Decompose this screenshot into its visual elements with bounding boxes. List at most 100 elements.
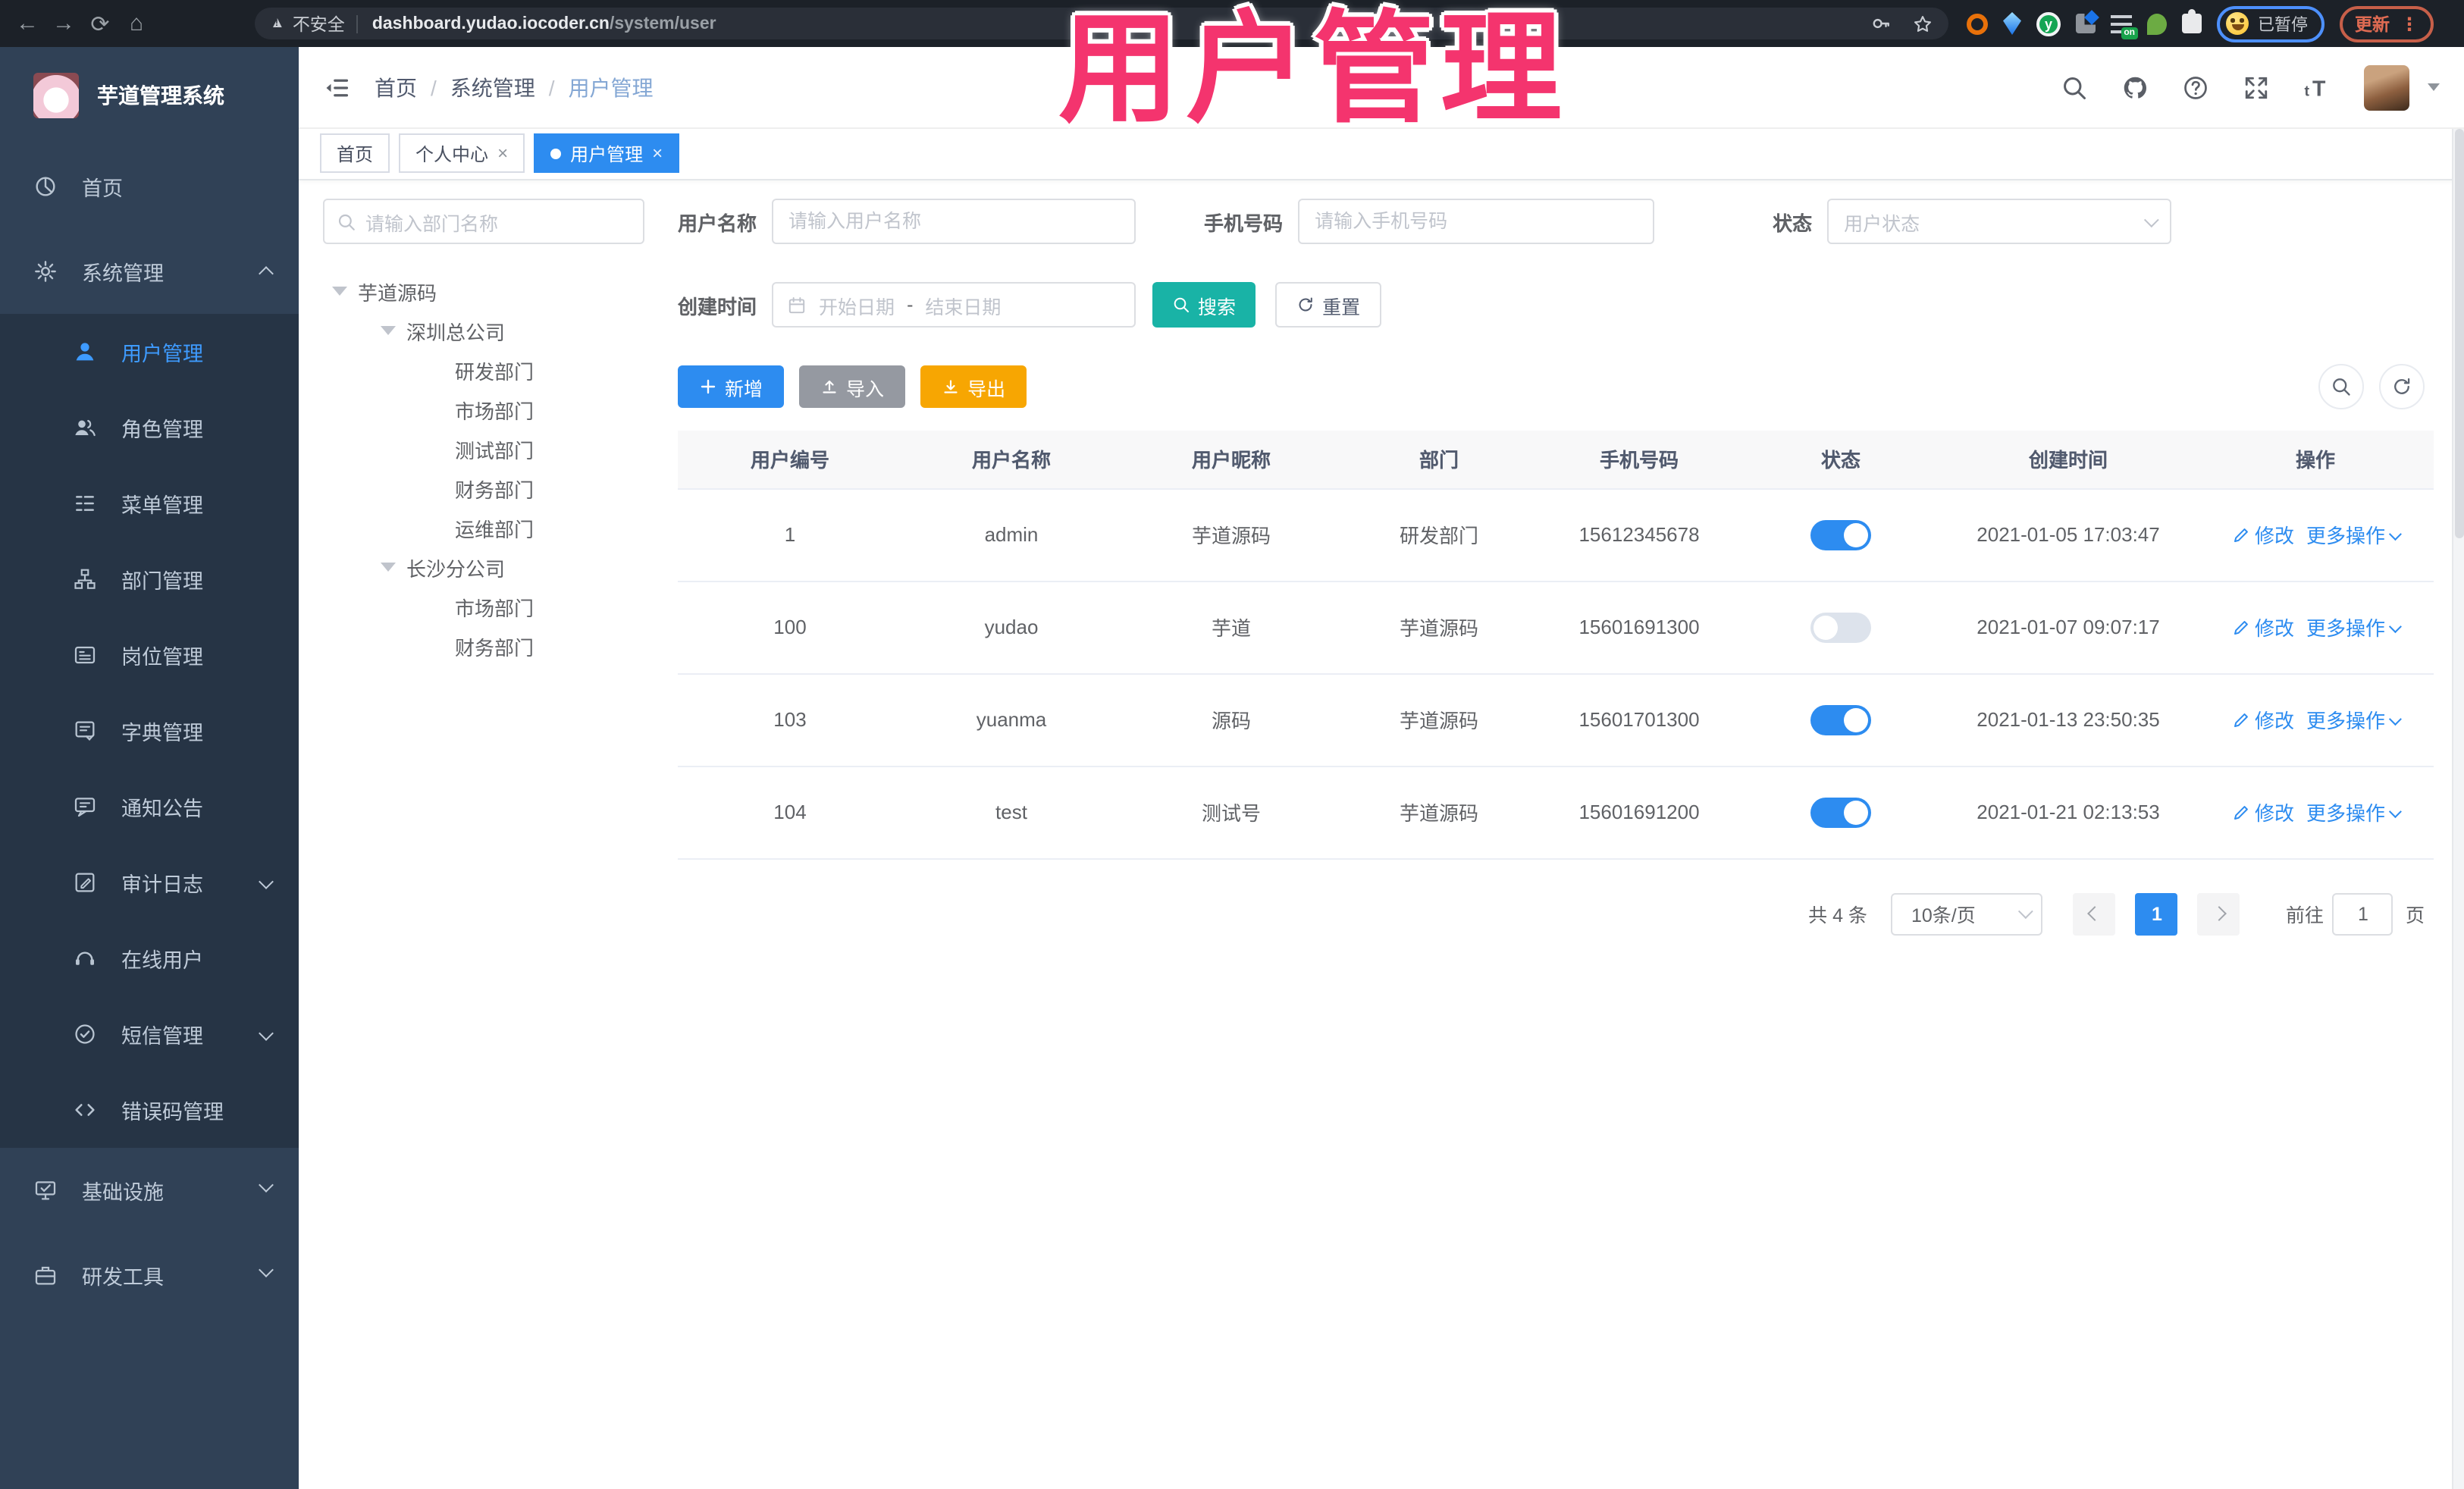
chevron-down-icon — [2144, 212, 2159, 227]
dept-tree-node[interactable]: 芋道源码 — [323, 271, 644, 311]
tab-profile[interactable]: 个人中心 × — [399, 133, 525, 173]
dept-tree-node[interactable]: 运维部门 — [323, 508, 644, 547]
header-search-icon[interactable] — [2061, 74, 2088, 101]
extension-ring-icon[interactable] — [1967, 13, 1988, 34]
dept-tree-node[interactable]: 财务部门 — [323, 469, 644, 508]
chevron-down-icon — [259, 1177, 274, 1193]
extensions-puzzle-icon[interactable] — [2182, 9, 2202, 33]
mobile-input[interactable] — [1298, 199, 1655, 244]
page-size-select[interactable]: 10条/页 — [1891, 892, 2043, 935]
dept-tree-node[interactable]: 市场部门 — [323, 587, 644, 626]
sidebar-item-menu-management[interactable]: 菜单管理 — [0, 466, 299, 541]
user-avatar[interactable] — [2364, 64, 2409, 110]
edit-link[interactable]: 修改 — [2232, 705, 2294, 734]
browser-reload-icon[interactable]: ⟳ — [82, 10, 118, 37]
online-users-icon — [73, 946, 97, 970]
close-icon[interactable]: × — [652, 143, 663, 164]
github-icon[interactable] — [2121, 74, 2149, 101]
date-range-picker[interactable]: 开始日期 - 结束日期 — [772, 282, 1136, 328]
font-size-icon[interactable] — [2303, 74, 2331, 101]
tab-user-management[interactable]: 用户管理 × — [534, 133, 680, 173]
dept-tree-node[interactable]: 长沙分公司 — [323, 547, 644, 587]
help-icon[interactable] — [2182, 74, 2209, 101]
tree-caret-icon[interactable] — [332, 287, 347, 296]
more-actions-link[interactable]: 更多操作 — [2306, 520, 2402, 549]
browser-back-icon[interactable]: ← — [9, 11, 45, 36]
password-key-icon[interactable] — [1871, 14, 1891, 33]
page-title-overlay: 用户管理 — [1058, 2, 1568, 136]
next-page-button[interactable] — [2197, 892, 2240, 935]
browser-forward-icon[interactable]: → — [45, 11, 82, 36]
edit-link[interactable]: 修改 — [2232, 613, 2294, 641]
edit-icon — [2232, 803, 2250, 821]
goto-page-input[interactable] — [2332, 892, 2393, 935]
sidebar-item-role-management[interactable]: 角色管理 — [0, 390, 299, 466]
status-toggle[interactable] — [1810, 519, 1871, 550]
page-scrollbar[interactable] — [2452, 129, 2464, 1489]
tree-caret-icon[interactable] — [381, 563, 396, 572]
dept-search-input[interactable]: 请输入部门名称 — [323, 199, 644, 244]
extension-list-icon[interactable]: on — [2111, 14, 2138, 39]
status-toggle[interactable] — [1810, 612, 1871, 642]
sidebar-item-dict-management[interactable]: 字典管理 — [0, 693, 299, 769]
sidebar-item-online-users[interactable]: 在线用户 — [0, 920, 299, 996]
announcement-icon — [73, 795, 97, 819]
more-actions-link[interactable]: 更多操作 — [2306, 613, 2402, 641]
extension-y-icon[interactable]: y — [2036, 11, 2061, 36]
sidebar-item-infrastructure[interactable]: 基础设施 — [0, 1148, 299, 1233]
current-page-button[interactable]: 1 — [2135, 892, 2178, 935]
tree-caret-icon[interactable] — [381, 326, 396, 335]
dept-tree-node[interactable]: 研发部门 — [323, 350, 644, 390]
dept-tree-node[interactable]: 市场部门 — [323, 390, 644, 429]
add-button[interactable]: 新增 — [678, 365, 785, 408]
sidebar-item-error-code-management[interactable]: 错误码管理 — [0, 1072, 299, 1148]
prev-page-button[interactable] — [2073, 892, 2116, 935]
sidebar-item-user-management[interactable]: 用户管理 — [0, 314, 299, 390]
reset-button[interactable]: 重置 — [1275, 282, 1382, 328]
sidebar-item-dev-tools[interactable]: 研发工具 — [0, 1233, 299, 1318]
breadcrumb-home[interactable]: 首页 — [375, 72, 417, 102]
show-search-toggle-button[interactable] — [2318, 364, 2364, 409]
extension-drop-icon[interactable] — [2003, 12, 2021, 35]
status-toggle[interactable] — [1810, 797, 1871, 827]
search-button[interactable]: 搜索 — [1152, 282, 1256, 328]
sidebar-item-dept-management[interactable]: 部门管理 — [0, 541, 299, 617]
bookmark-star-icon[interactable] — [1912, 13, 1933, 34]
refresh-table-button[interactable] — [2379, 364, 2425, 409]
browser-profile-button[interactable]: 已暂停 — [2217, 5, 2324, 42]
dept-tree-node[interactable]: 测试部门 — [323, 429, 644, 469]
browser-menu-kebab-icon[interactable]: ⋮ — [2400, 13, 2419, 34]
sidebar-item-home[interactable]: 首页 — [0, 144, 299, 229]
edit-link[interactable]: 修改 — [2232, 520, 2294, 549]
tab-home[interactable]: 首页 — [320, 133, 390, 173]
dept-tree-node[interactable]: 财务部门 — [323, 626, 644, 666]
import-button[interactable]: 导入 — [799, 365, 906, 408]
search-icon — [337, 212, 356, 231]
close-icon[interactable]: × — [497, 143, 508, 164]
avatar-caret-icon[interactable] — [2428, 83, 2440, 91]
fullscreen-icon[interactable] — [2243, 74, 2270, 101]
edit-link[interactable]: 修改 — [2232, 798, 2294, 826]
more-actions-link[interactable]: 更多操作 — [2306, 798, 2402, 826]
sidebar-item-sms-management[interactable]: 短信管理 — [0, 996, 299, 1072]
menu-fold-icon[interactable] — [323, 74, 350, 101]
breadcrumb-system[interactable]: 系统管理 — [450, 72, 535, 102]
username-input[interactable] — [772, 199, 1136, 244]
sidebar-item-audit-log[interactable]: 审计日志 — [0, 845, 299, 920]
sidebar-item-notice[interactable]: 通知公告 — [0, 769, 299, 845]
sidebar-item-post-management[interactable]: 岗位管理 — [0, 617, 299, 693]
menu-tree-icon — [73, 491, 97, 516]
scrollbar-thumb[interactable] — [2455, 129, 2464, 538]
browser-update-button[interactable]: 更新 ⋮ — [2340, 5, 2434, 42]
extension-leaf-icon[interactable] — [2147, 13, 2167, 34]
sidebar-logo[interactable]: 芋道管理系统 — [0, 47, 299, 144]
more-actions-link[interactable]: 更多操作 — [2306, 705, 2402, 734]
org-chart-icon — [73, 567, 97, 591]
dept-tree-node[interactable]: 深圳总公司 — [323, 311, 644, 350]
extension-grid-icon[interactable] — [2076, 14, 2096, 33]
status-toggle[interactable] — [1810, 704, 1871, 735]
status-select[interactable]: 用户状态 — [1827, 199, 2172, 244]
browser-home-icon[interactable]: ⌂ — [118, 11, 155, 36]
export-button[interactable]: 导出 — [920, 365, 1027, 408]
sidebar-item-system-management[interactable]: 系统管理 — [0, 229, 299, 314]
